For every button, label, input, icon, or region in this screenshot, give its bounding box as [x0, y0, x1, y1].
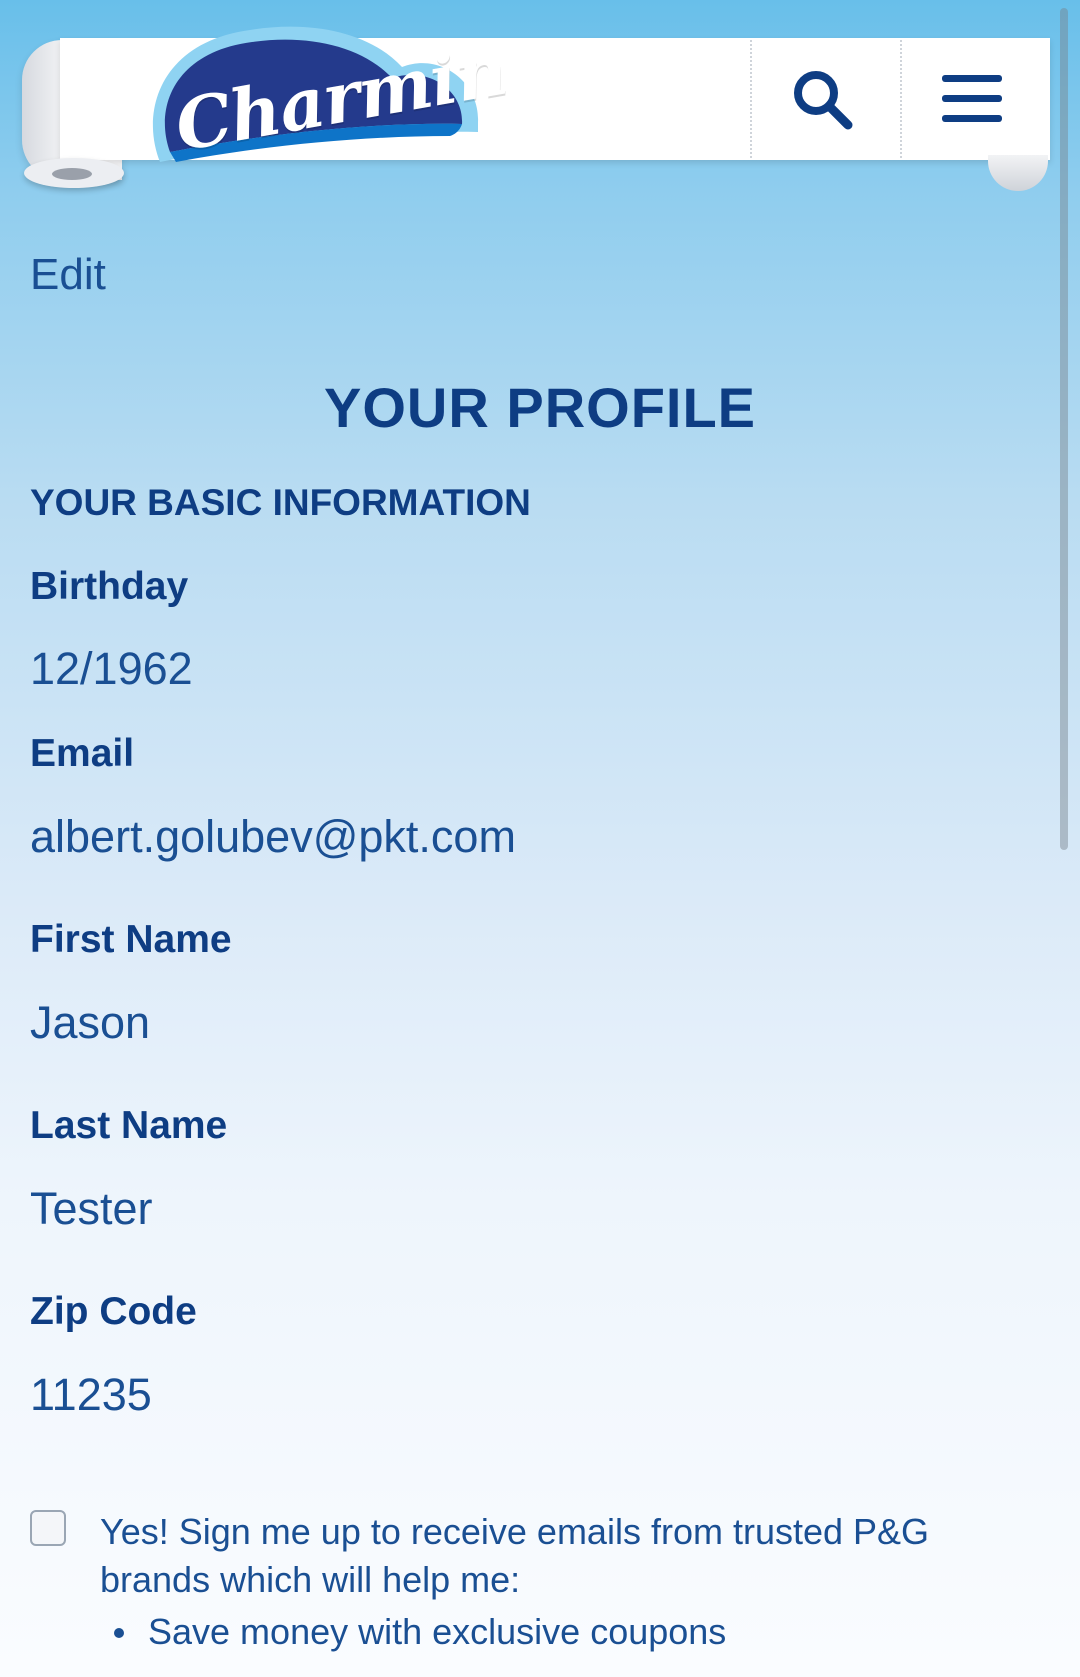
site-header: Charmin — [0, 0, 1080, 200]
hamburger-menu-icon — [942, 75, 1002, 122]
birthday-label: Birthday — [30, 565, 189, 608]
last-name-value: Tester — [30, 1183, 153, 1234]
edit-link[interactable]: Edit — [30, 250, 106, 300]
email-optin-checkbox[interactable] — [30, 1510, 66, 1546]
menu-button[interactable] — [902, 40, 1042, 158]
bullet-icon — [114, 1628, 124, 1638]
first-name-label: First Name — [30, 918, 232, 961]
section-title: YOUR BASIC INFORMATION — [30, 482, 531, 523]
email-optin-text: Yes! Sign me up to receive emails from t… — [100, 1511, 930, 1600]
bullet-text: Save money with exclusive coupons — [148, 1611, 727, 1652]
first-name-value: Jason — [30, 997, 151, 1048]
search-icon — [794, 71, 853, 130]
list-item: Save money with exclusive coupons — [100, 1608, 726, 1656]
optin-benefits-list: Save money with exclusive coupons — [100, 1608, 726, 1656]
zip-code-label: Zip Code — [30, 1290, 197, 1333]
charmin-logo[interactable]: Charmin — [140, 12, 512, 184]
email-value: albert.golubev@pkt.com — [30, 811, 516, 862]
zip-code-value: 11235 — [30, 1369, 152, 1420]
paper-curl-graphic — [988, 155, 1048, 191]
email-label: Email — [30, 732, 135, 775]
birthday-value: 12/1962 — [30, 643, 193, 694]
page-title: YOUR PROFILE — [323, 376, 757, 439]
search-button[interactable] — [752, 40, 892, 158]
last-name-label: Last Name — [30, 1104, 228, 1147]
toilet-roll-core — [52, 168, 92, 180]
